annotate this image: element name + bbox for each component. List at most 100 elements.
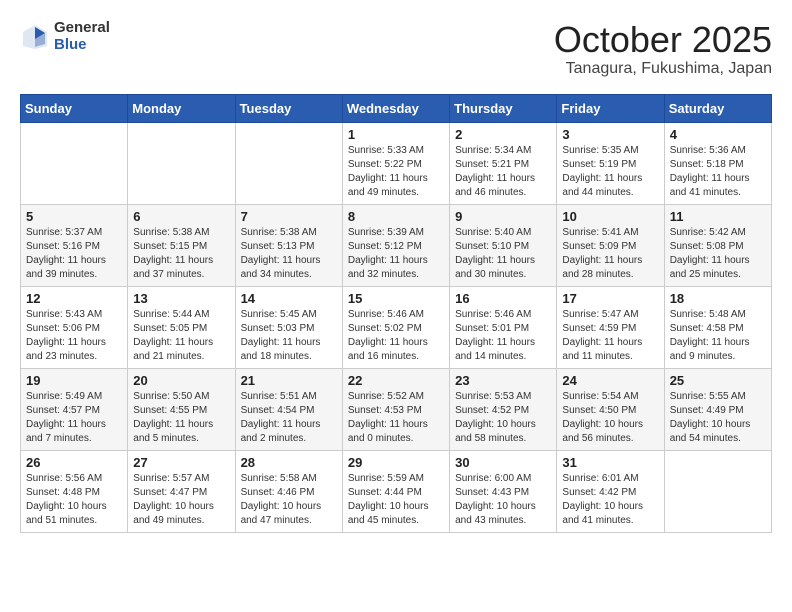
day-number: 25 [670,373,766,388]
day-number: 30 [455,455,551,470]
day-info: Sunrise: 5:35 AM Sunset: 5:19 PM Dayligh… [562,144,658,200]
day-info: Sunrise: 5:42 AM Sunset: 5:08 PM Dayligh… [670,226,766,282]
calendar-cell: 9 Sunrise: 5:40 AM Sunset: 5:10 PM Daylig… [450,204,557,286]
day-info: Sunrise: 6:01 AM Sunset: 4:42 PM Dayligh… [562,472,658,528]
day-number: 29 [348,455,444,470]
calendar-cell [235,122,342,204]
day-info: Sunrise: 5:52 AM Sunset: 4:53 PM Dayligh… [348,390,444,446]
day-info: Sunrise: 5:59 AM Sunset: 4:44 PM Dayligh… [348,472,444,528]
calendar-cell: 30Sunrise: 6:00 AM Sunset: 4:43 PM Dayli… [450,450,557,532]
day-info: Sunrise: 5:50 AM Sunset: 4:55 PM Dayligh… [133,390,229,446]
day-number: 24 [562,373,658,388]
calendar-cell: 21 Sunrise: 5:51 AM Sunset: 4:54 PM Dayli… [235,368,342,450]
logo-blue: Blue [54,37,110,54]
day-number: 13 [133,291,229,306]
calendar-cell: 31 Sunrise: 6:01 AM Sunset: 4:42 PM Dayli… [557,450,664,532]
calendar-cell: 20 Sunrise: 5:50 AM Sunset: 4:55 PM Dayli… [128,368,235,450]
weekday-header: Sunday [21,94,128,122]
day-number: 26 [26,455,122,470]
day-info: Sunrise: 5:38 AM Sunset: 5:13 PM Dayligh… [241,226,337,282]
calendar-cell: 23Sunrise: 5:53 AM Sunset: 4:52 PM Dayli… [450,368,557,450]
calendar-cell: 15 Sunrise: 5:46 AM Sunset: 5:02 PM Dayli… [342,286,449,368]
day-number: 17 [562,291,658,306]
calendar-cell: 13 Sunrise: 5:44 AM Sunset: 5:05 PM Dayli… [128,286,235,368]
day-number: 3 [562,127,658,142]
day-number: 9 [455,209,551,224]
day-number: 14 [241,291,337,306]
day-info: Sunrise: 5:46 AM Sunset: 5:01 PM Dayligh… [455,308,551,364]
day-info: Sunrise: 5:33 AM Sunset: 5:22 PM Dayligh… [348,144,444,200]
calendar-cell: 12 Sunrise: 5:43 AM Sunset: 5:06 PM Dayli… [21,286,128,368]
calendar-cell: 22 Sunrise: 5:52 AM Sunset: 4:53 PM Dayli… [342,368,449,450]
calendar-cell [128,122,235,204]
weekday-header: Tuesday [235,94,342,122]
day-info: Sunrise: 5:36 AM Sunset: 5:18 PM Dayligh… [670,144,766,200]
title-section: October 2025 Tanagura, Fukushima, Japan [554,20,772,78]
day-info: Sunrise: 5:46 AM Sunset: 5:02 PM Dayligh… [348,308,444,364]
calendar-cell: 11Sunrise: 5:42 AM Sunset: 5:08 PM Dayli… [664,204,771,286]
calendar-week-row: 26 Sunrise: 5:56 AM Sunset: 4:48 PM Dayli… [21,450,772,532]
calendar-cell [664,450,771,532]
weekday-header-row: SundayMondayTuesdayWednesdayThursdayFrid… [21,94,772,122]
calendar-header: SundayMondayTuesdayWednesdayThursdayFrid… [21,94,772,122]
day-number: 1 [348,127,444,142]
day-number: 5 [26,209,122,224]
day-number: 31 [562,455,658,470]
day-info: Sunrise: 5:47 AM Sunset: 4:59 PM Dayligh… [562,308,658,364]
day-info: Sunrise: 5:55 AM Sunset: 4:49 PM Dayligh… [670,390,766,446]
day-info: Sunrise: 5:56 AM Sunset: 4:48 PM Dayligh… [26,472,122,528]
day-number: 18 [670,291,766,306]
calendar-cell: 8 Sunrise: 5:39 AM Sunset: 5:12 PM Daylig… [342,204,449,286]
weekday-header: Thursday [450,94,557,122]
day-info: Sunrise: 5:48 AM Sunset: 4:58 PM Dayligh… [670,308,766,364]
day-info: Sunrise: 5:34 AM Sunset: 5:21 PM Dayligh… [455,144,551,200]
calendar-cell: 10 Sunrise: 5:41 AM Sunset: 5:09 PM Dayli… [557,204,664,286]
calendar-cell [21,122,128,204]
day-number: 20 [133,373,229,388]
calendar-week-row: 5Sunrise: 5:37 AM Sunset: 5:16 PM Daylig… [21,204,772,286]
day-number: 27 [133,455,229,470]
calendar-cell: 29 Sunrise: 5:59 AM Sunset: 4:44 PM Dayli… [342,450,449,532]
day-number: 12 [26,291,122,306]
month-title: October 2025 [554,20,772,60]
day-info: Sunrise: 5:44 AM Sunset: 5:05 PM Dayligh… [133,308,229,364]
day-number: 15 [348,291,444,306]
logo-general: General [54,20,110,37]
day-info: Sunrise: 5:39 AM Sunset: 5:12 PM Dayligh… [348,226,444,282]
day-number: 22 [348,373,444,388]
day-number: 8 [348,209,444,224]
calendar-cell: 24 Sunrise: 5:54 AM Sunset: 4:50 PM Dayli… [557,368,664,450]
day-number: 21 [241,373,337,388]
weekday-header: Monday [128,94,235,122]
calendar-cell: 19Sunrise: 5:49 AM Sunset: 4:57 PM Dayli… [21,368,128,450]
calendar-body: 1 Sunrise: 5:33 AM Sunset: 5:22 PM Daylig… [21,122,772,532]
day-number: 10 [562,209,658,224]
day-info: Sunrise: 5:58 AM Sunset: 4:46 PM Dayligh… [241,472,337,528]
day-info: Sunrise: 5:49 AM Sunset: 4:57 PM Dayligh… [26,390,122,446]
calendar-cell: 18 Sunrise: 5:48 AM Sunset: 4:58 PM Dayli… [664,286,771,368]
location: Tanagura, Fukushima, Japan [554,60,772,78]
weekday-header: Wednesday [342,94,449,122]
calendar-cell: 3 Sunrise: 5:35 AM Sunset: 5:19 PM Daylig… [557,122,664,204]
day-info: Sunrise: 5:51 AM Sunset: 4:54 PM Dayligh… [241,390,337,446]
day-number: 16 [455,291,551,306]
calendar-cell: 5Sunrise: 5:37 AM Sunset: 5:16 PM Daylig… [21,204,128,286]
day-info: Sunrise: 5:41 AM Sunset: 5:09 PM Dayligh… [562,226,658,282]
calendar-cell: 6Sunrise: 5:38 AM Sunset: 5:15 PM Daylig… [128,204,235,286]
logo: General Blue [20,20,110,53]
weekday-header: Friday [557,94,664,122]
calendar-cell: 27Sunrise: 5:57 AM Sunset: 4:47 PM Dayli… [128,450,235,532]
calendar-week-row: 19Sunrise: 5:49 AM Sunset: 4:57 PM Dayli… [21,368,772,450]
day-info: Sunrise: 5:53 AM Sunset: 4:52 PM Dayligh… [455,390,551,446]
weekday-header: Saturday [664,94,771,122]
calendar-cell: 1 Sunrise: 5:33 AM Sunset: 5:22 PM Daylig… [342,122,449,204]
day-info: Sunrise: 5:45 AM Sunset: 5:03 PM Dayligh… [241,308,337,364]
day-info: Sunrise: 5:43 AM Sunset: 5:06 PM Dayligh… [26,308,122,364]
calendar-table: SundayMondayTuesdayWednesdayThursdayFrid… [20,94,772,533]
day-info: Sunrise: 5:54 AM Sunset: 4:50 PM Dayligh… [562,390,658,446]
calendar-cell: 7Sunrise: 5:38 AM Sunset: 5:13 PM Daylig… [235,204,342,286]
day-number: 2 [455,127,551,142]
logo-icon [20,22,50,52]
day-number: 28 [241,455,337,470]
day-info: Sunrise: 5:40 AM Sunset: 5:10 PM Dayligh… [455,226,551,282]
